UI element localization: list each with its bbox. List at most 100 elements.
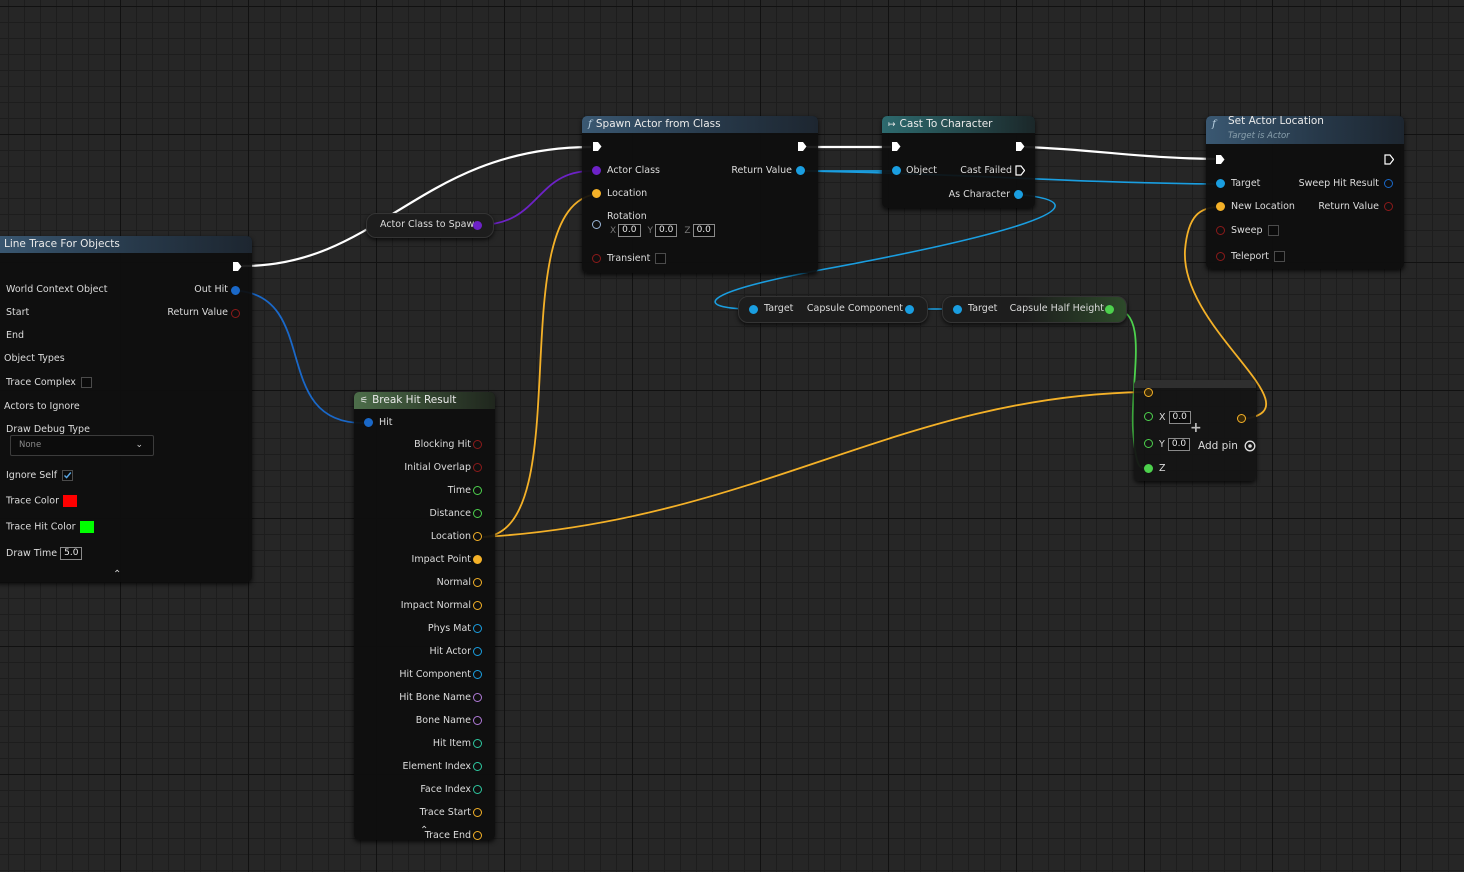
exec-in-pin[interactable]: [891, 141, 901, 152]
rotation-in-pin[interactable]: [592, 220, 601, 229]
object-in-pin[interactable]: [892, 166, 901, 175]
return-value-out-pin[interactable]: [796, 166, 805, 175]
trace-complex-checkbox[interactable]: [80, 377, 92, 388]
vector-add-node[interactable]: X 0.0 Y 0.0 Z + Add pin: [1134, 380, 1256, 481]
output-pin[interactable]: [473, 463, 482, 472]
target-label: Target: [968, 303, 998, 314]
y-field: Y 0.0: [1159, 438, 1191, 451]
transient-checkbox[interactable]: [655, 253, 667, 264]
transient-in-pin[interactable]: [592, 254, 601, 263]
output-label: Location: [430, 531, 471, 542]
rotation-z-input[interactable]: 0.0: [692, 224, 715, 237]
spawn-actor-node[interactable]: f Spawn Actor from Class Actor Class Retu…: [582, 116, 818, 273]
exec-out-pin[interactable]: [797, 141, 807, 152]
node-subtitle: Target is Actor: [1228, 131, 1290, 141]
hit-in-pin[interactable]: [364, 418, 373, 427]
result-out-pin[interactable]: [1237, 414, 1246, 423]
target-in-pin[interactable]: [1216, 179, 1225, 188]
target-in-pin[interactable]: [749, 305, 758, 314]
output-pin[interactable]: [473, 808, 482, 817]
output-pin[interactable]: [473, 601, 482, 610]
world-context-row: World Context Object: [6, 284, 108, 295]
half-height-out-pin[interactable]: [1105, 305, 1114, 314]
location-in-pin[interactable]: [592, 189, 601, 198]
output-pin[interactable]: [473, 762, 482, 771]
teleport-in-pin[interactable]: [1216, 252, 1225, 261]
z-label: Z: [1159, 463, 1166, 474]
output-pin[interactable]: [473, 647, 482, 656]
return-value-out-pin[interactable]: [1384, 202, 1393, 211]
actor-class-out-pin[interactable]: [473, 221, 482, 230]
capsule-component-out-pin[interactable]: [905, 305, 914, 314]
location-label: Location: [607, 188, 648, 199]
sweep-hit-result-out-pin[interactable]: [1384, 179, 1393, 188]
cast-header: ↦ Cast To Character: [882, 116, 1035, 133]
output-pin[interactable]: [473, 532, 482, 541]
actor-class-in-pin[interactable]: [592, 166, 601, 175]
set-actor-location-node[interactable]: f Set Actor Location Target is Actor Targ…: [1206, 115, 1404, 269]
y-input[interactable]: 0.0: [1167, 438, 1191, 451]
x-input[interactable]: 0.0: [1168, 411, 1191, 424]
rotation-x-input[interactable]: 0.0: [618, 224, 641, 237]
sweep-in-pin[interactable]: [1216, 226, 1225, 235]
sweep-checkbox[interactable]: [1267, 225, 1279, 236]
actor-class-variable-node[interactable]: Actor Class to Spawn: [366, 213, 494, 238]
get-capsule-component-node[interactable]: Target Capsule Component: [738, 296, 928, 323]
line-trace-header: Line Trace For Objects: [0, 236, 252, 253]
collapse-chevron-icon[interactable]: ⌃: [113, 569, 121, 580]
new-location-in-pin[interactable]: [1216, 202, 1225, 211]
output-pin[interactable]: [473, 486, 482, 495]
z-in-pin[interactable]: [1144, 464, 1153, 473]
draw-time-input[interactable]: 5.0: [60, 547, 83, 560]
checkmark-icon: [64, 472, 72, 479]
collapse-chevron-icon[interactable]: ⌃: [420, 825, 428, 836]
get-capsule-half-height-node[interactable]: Target Capsule Half Height: [942, 296, 1127, 323]
out-hit-pin[interactable]: [231, 286, 240, 295]
rotation-y-input[interactable]: 0.0: [655, 224, 678, 237]
output-pin[interactable]: [473, 509, 482, 518]
ignore-self-checkbox[interactable]: [62, 470, 74, 481]
return-value-pin[interactable]: [231, 309, 240, 318]
actor-class-label: Actor Class: [607, 165, 661, 176]
x-in-pin[interactable]: [1144, 412, 1153, 421]
output-pin[interactable]: [473, 670, 482, 679]
cast-to-character-node[interactable]: ↦ Cast To Character Object Cast Failed As…: [882, 116, 1035, 208]
output-pin[interactable]: [473, 555, 482, 564]
spawn-actor-header: f Spawn Actor from Class: [582, 116, 818, 133]
exec-wire-trace-to-spawn: [241, 145, 592, 268]
output-label: Hit Component: [399, 669, 471, 680]
exec-in-pin[interactable]: [1215, 154, 1225, 165]
output-pin[interactable]: [473, 693, 482, 702]
as-character-out-pin[interactable]: [1014, 190, 1023, 199]
cast-failed-exec-pin[interactable]: [1015, 165, 1025, 176]
teleport-checkbox[interactable]: [1274, 251, 1285, 262]
output-label: Hit Item: [432, 738, 471, 749]
output-pin[interactable]: [473, 440, 482, 449]
output-pin[interactable]: [473, 831, 482, 840]
output-label: Hit Bone Name: [399, 692, 471, 703]
target-label: Target: [764, 303, 794, 314]
output-pin[interactable]: [473, 624, 482, 633]
exec-out-pin[interactable]: [1015, 141, 1025, 152]
output-pin[interactable]: [473, 785, 482, 794]
exec-out-pin[interactable]: [232, 261, 242, 272]
output-pin[interactable]: [473, 716, 482, 725]
a-in-pin[interactable]: [1144, 388, 1153, 397]
add-pin-button[interactable]: Add pin: [1198, 440, 1256, 452]
draw-debug-type-dropdown[interactable]: None ⌄: [10, 435, 154, 456]
return-value-label: Return Value: [731, 165, 792, 176]
output-pin[interactable]: [473, 739, 482, 748]
y-in-pin[interactable]: [1144, 439, 1153, 448]
object-label: Object: [906, 165, 937, 176]
break-hit-result-node[interactable]: ⚟ Break Hit Result Hit Blocking Hit Initia…: [354, 392, 495, 841]
exec-out-pin[interactable]: [1384, 154, 1394, 165]
trace-color-swatch[interactable]: [63, 495, 78, 507]
trace-hit-color-swatch[interactable]: [79, 521, 94, 533]
line-trace-node[interactable]: Line Trace For Objects World Context Obj…: [0, 236, 252, 582]
target-in-pin[interactable]: [953, 305, 962, 314]
output-label: Normal: [436, 577, 471, 588]
output-pin[interactable]: [473, 578, 482, 587]
output-label: Impact Point: [411, 554, 471, 565]
exec-in-pin[interactable]: [592, 141, 602, 152]
struct-wire-impact-to-location: [483, 193, 598, 538]
